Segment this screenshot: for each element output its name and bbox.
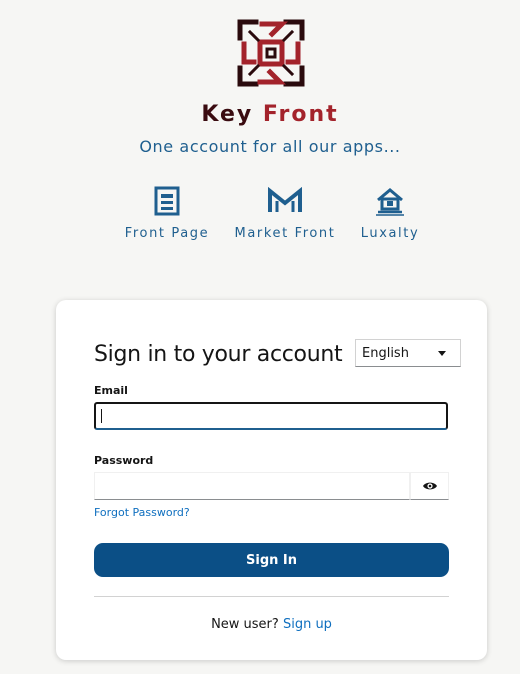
- caret-down-icon: [438, 351, 446, 356]
- sign-in-button[interactable]: Sign In: [94, 543, 449, 577]
- password-label: Password: [94, 454, 154, 467]
- app-label: Market Front: [234, 226, 336, 241]
- newspaper-icon: [122, 184, 212, 218]
- eye-icon: [422, 482, 437, 490]
- forgot-password-link[interactable]: Forgot Password?: [94, 506, 190, 519]
- email-field[interactable]: [94, 402, 448, 430]
- new-user-row: New user? Sign up: [56, 617, 487, 632]
- brand-name-part2: Front: [262, 102, 339, 127]
- show-password-button[interactable]: [410, 472, 449, 500]
- app-luxalty[interactable]: Luxalty: [356, 184, 424, 241]
- app-label: Luxalty: [360, 226, 420, 241]
- divider: [94, 596, 449, 597]
- brand-name-part1: Key: [201, 102, 254, 127]
- market-m-icon: [232, 184, 338, 218]
- tagline: One account for all our apps...: [139, 137, 401, 156]
- language-select-value: English: [362, 346, 409, 361]
- key-front-logo: [237, 19, 305, 87]
- email-label: Email: [94, 384, 128, 397]
- language-select[interactable]: English: [355, 339, 461, 367]
- app-market-front[interactable]: Market Front: [232, 184, 338, 241]
- house-icon: [356, 184, 424, 218]
- sign-up-link[interactable]: Sign up: [283, 617, 332, 632]
- login-card: Sign in to your account English Email Pa…: [56, 300, 487, 660]
- app-front-page[interactable]: Front Page: [122, 184, 212, 241]
- new-user-text: New user?: [211, 617, 279, 632]
- text-cursor: [101, 409, 102, 423]
- app-label: Front Page: [124, 226, 210, 241]
- password-field[interactable]: [94, 472, 410, 500]
- login-title: Sign in to your account: [94, 342, 343, 367]
- brand-name: Key Front: [0, 102, 520, 127]
